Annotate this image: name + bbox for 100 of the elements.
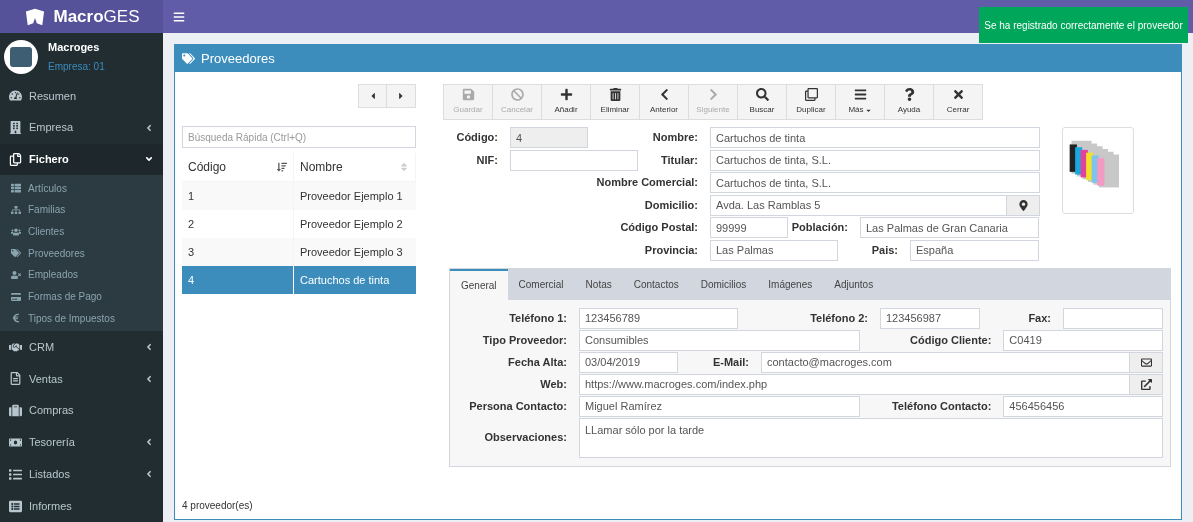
text-field[interactable]: Avda. Las Ramblas 5 <box>710 194 1007 216</box>
toolbar-button[interactable]: Buscar <box>737 84 787 120</box>
chevron-left-icon <box>144 373 154 384</box>
tab[interactable]: Notas <box>574 268 623 300</box>
map-button[interactable] <box>1007 194 1040 216</box>
text-field[interactable]: Las Palmas de Gran Canaria <box>860 217 1039 238</box>
company-label: Empresa: 01 <box>48 60 105 75</box>
save-icon <box>461 88 475 101</box>
toolbar-button[interactable]: Cerrar <box>933 84 983 120</box>
sidebar-item[interactable]: Fichero <box>0 143 163 176</box>
column-header[interactable]: Nombre <box>294 153 416 181</box>
text-field[interactable]: Cartuchos de tinta, S.L. <box>710 172 1040 193</box>
field-label: Tipo Proveedor: <box>482 332 567 348</box>
table-cell-text: Proveedor Ejemplo 2 <box>300 216 403 232</box>
tab[interactable]: Adjuntos <box>823 268 885 300</box>
sidebar-item[interactable]: Resumen <box>0 80 163 112</box>
search-field[interactable]: Búsqueda Rápida (Ctrl+Q) <box>182 126 416 148</box>
text-field[interactable]: 4 <box>510 127 588 148</box>
text-field[interactable] <box>1063 307 1163 329</box>
text-field[interactable]: contacto@macroges.com <box>761 351 1130 373</box>
field-label: Provincia: <box>644 242 698 258</box>
field-label: Domicilio: <box>644 197 698 213</box>
text-field[interactable]: 99999 <box>710 217 788 238</box>
field-label: Nombre: <box>652 130 698 146</box>
table-cell-text: Cartuchos de tinta <box>300 272 390 288</box>
menu-icon[interactable] <box>173 10 185 23</box>
submenu-item[interactable]: Proveedores <box>0 242 163 265</box>
tab[interactable]: Domicilios <box>689 268 758 300</box>
field-label: Código Postal: <box>620 220 698 236</box>
text-field[interactable]: 456456456 <box>1003 395 1163 417</box>
text-field[interactable] <box>510 149 638 171</box>
text-field[interactable]: Miguel Ramírez <box>579 395 861 417</box>
envelope-icon <box>1140 356 1152 368</box>
toolbar-button[interactable]: Anterior <box>639 84 689 120</box>
toolbar-button[interactable]: Añadir <box>541 84 591 120</box>
submenu-item[interactable]: Tipos de Impuestos <box>0 307 163 330</box>
euro-icon <box>11 313 21 324</box>
toolbar-button[interactable]: Ayuda <box>884 84 934 120</box>
field-label: Código Cliente: <box>910 332 992 348</box>
text-field[interactable]: Cartuchos de tinta <box>710 127 1040 148</box>
sidebar-item[interactable]: CRM <box>0 331 163 363</box>
table-cell-text: 2 <box>188 216 195 232</box>
submenu-item[interactable]: Familias <box>0 199 163 221</box>
toolbar-button[interactable]: Duplicar <box>786 84 836 120</box>
cancel-icon <box>510 88 524 101</box>
map-pin-icon <box>1017 199 1029 211</box>
field-label: NIF: <box>476 152 498 168</box>
tab[interactable]: Comercial <box>507 268 575 300</box>
column-header[interactable]: Código <box>182 153 294 181</box>
trash-icon <box>608 88 622 101</box>
success-toast: Se ha registrado correctamente el proveedor <box>979 7 1188 43</box>
table-cell-text: 1 <box>188 188 195 204</box>
submenu-item[interactable]: Formas de Pago <box>0 285 163 308</box>
copy-icon <box>804 88 818 101</box>
tab[interactable]: General <box>450 268 508 300</box>
building-icon <box>9 121 22 135</box>
text-area[interactable]: LLamar sólo por la tarde <box>579 417 1163 458</box>
open-link-button[interactable] <box>1130 373 1163 395</box>
chevron-left-icon <box>144 122 154 133</box>
user-name: Macroges <box>48 39 101 55</box>
files-icon <box>9 153 22 166</box>
help-icon <box>902 88 916 101</box>
text-field[interactable]: Consumibles <box>579 329 861 351</box>
dashboard-icon <box>9 89 22 103</box>
users-icon <box>11 226 21 237</box>
tab[interactable]: Imágenes <box>757 268 824 300</box>
sidebar-item[interactable]: Ventas <box>0 363 163 395</box>
close-icon <box>951 88 965 101</box>
sidebar-item[interactable]: Empresa <box>0 111 163 144</box>
field-label: Teléfono 1: <box>509 310 567 326</box>
toolbar-button[interactable]: Más <box>835 84 885 120</box>
list-icon <box>11 183 21 194</box>
sidebar-item[interactable]: Listados <box>0 458 163 491</box>
text-field[interactable]: https://www.macroges.com/index.php <box>579 373 1130 395</box>
text-field[interactable]: 03/04/2019 <box>579 351 678 373</box>
table-row[interactable]: 3 Proveedor Ejemplo 3 <box>182 238 416 266</box>
table-row[interactable]: 1 Proveedor Ejemplo 1 <box>182 182 416 210</box>
sidebar-item[interactable]: Tesorería <box>0 426 163 459</box>
external-link-icon <box>1140 378 1152 390</box>
submenu-item[interactable]: Empleados <box>0 264 163 286</box>
text-field[interactable]: 123456987 <box>880 307 980 329</box>
toolbar-button[interactable]: Eliminar <box>590 84 640 120</box>
field-label: Persona Contacto: <box>469 398 567 414</box>
text-field[interactable]: España <box>910 239 1039 261</box>
field-label: E-Mail: <box>712 354 749 370</box>
text-field[interactable]: 123456789 <box>579 307 738 329</box>
tags-icon <box>182 52 195 65</box>
sitemap-icon <box>11 204 21 215</box>
text-field[interactable]: C0419 <box>1003 329 1163 351</box>
tab[interactable]: Contactos <box>622 268 690 300</box>
text-field[interactable]: Las Palmas <box>710 239 838 261</box>
text-field[interactable]: Cartuchos de tinta, S.L. <box>710 149 1040 171</box>
submenu-item[interactable]: Clientes <box>0 220 163 243</box>
submenu-item[interactable]: Artículos <box>0 177 163 200</box>
sidebar-item[interactable]: Informes <box>0 490 163 522</box>
field-label: Titular: <box>660 152 698 168</box>
field-label: Web: <box>540 376 567 392</box>
email-button[interactable] <box>1130 351 1163 373</box>
sidebar-item[interactable]: Compras <box>0 394 163 427</box>
table-row[interactable]: 4 Cartuchos de tinta <box>182 266 416 294</box>
